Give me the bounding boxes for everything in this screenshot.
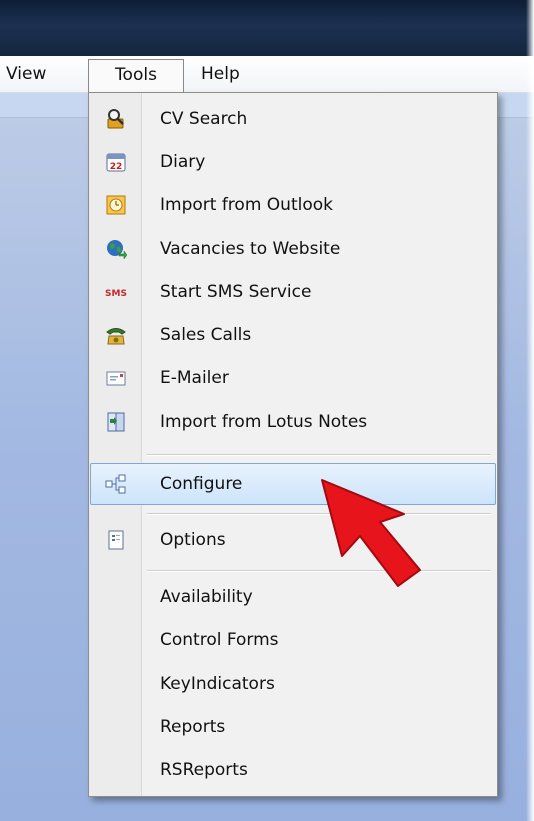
telephone-icon [105, 324, 127, 346]
menu-item-e-mailer[interactable]: E-Mailer [90, 357, 496, 399]
menu-item-start-sms[interactable]: SMS Start SMS Service [90, 271, 496, 313]
menu-item-label: E-Mailer [160, 368, 229, 388]
tools-dropdown-menu: CV Search 22 Diary Import from Outlook V… [88, 92, 498, 797]
envelope-icon [105, 367, 127, 389]
menu-item-reports[interactable]: Reports [90, 706, 496, 748]
menu-bar: View Tools Help [0, 56, 534, 93]
menu-item-label: Import from Lotus Notes [160, 412, 368, 432]
outlook-clock-icon [105, 194, 127, 216]
menu-item-label: Control Forms [160, 630, 279, 650]
menu-item-import-lotus[interactable]: Import from Lotus Notes [90, 401, 496, 443]
menu-item-rsreports[interactable]: RSReports [90, 749, 496, 791]
menu-separator [147, 454, 491, 456]
network-config-icon [105, 473, 127, 495]
menu-help[interactable]: Help [201, 59, 240, 90]
menu-item-cv-search[interactable]: CV Search [90, 98, 496, 140]
menu-item-availability[interactable]: Availability [90, 576, 496, 618]
menu-item-label: Diary [160, 152, 206, 172]
lotus-notes-icon [105, 411, 127, 433]
menu-item-label: CV Search [160, 109, 248, 129]
menu-item-label: Availability [160, 587, 253, 607]
menu-item-options[interactable]: Options [90, 519, 496, 561]
menu-item-label: Import from Outlook [160, 195, 333, 215]
menu-item-control-forms[interactable]: Control Forms [90, 619, 496, 661]
svg-text:SMS: SMS [105, 289, 127, 299]
options-document-icon [105, 529, 127, 551]
menu-item-vacancies-website[interactable]: Vacancies to Website [90, 228, 496, 270]
menu-item-label: Configure [160, 474, 243, 494]
menu-item-label: Sales Calls [160, 325, 252, 345]
menu-item-label: Vacancies to Website [160, 239, 341, 259]
menu-view[interactable]: View [6, 59, 46, 90]
globe-icon [105, 238, 128, 260]
menu-item-label: Options [160, 530, 226, 550]
menu-item-keyindicators[interactable]: KeyIndicators [90, 663, 496, 705]
menu-item-label: Start SMS Service [160, 282, 312, 302]
red-pointer-arrow-icon [321, 479, 421, 587]
menu-tools[interactable]: Tools [88, 59, 184, 92]
window-edge [526, 0, 534, 821]
sms-icon: SMS [105, 281, 127, 303]
menu-item-sales-calls[interactable]: Sales Calls [90, 314, 496, 356]
svg-text:22: 22 [110, 162, 123, 172]
application-window: View Tools Help CV Search 22 Diary Impor… [0, 0, 534, 821]
menu-item-label: Reports [160, 717, 226, 737]
menu-item-label: KeyIndicators [160, 674, 275, 694]
menu-item-diary[interactable]: 22 Diary [90, 141, 496, 183]
menu-item-import-outlook[interactable]: Import from Outlook [90, 184, 496, 226]
menu-item-label: RSReports [160, 760, 248, 780]
menu-item-configure[interactable]: Configure [90, 463, 496, 505]
cv-search-icon [105, 108, 127, 130]
calendar-icon: 22 [105, 151, 127, 173]
title-bar [0, 0, 534, 56]
